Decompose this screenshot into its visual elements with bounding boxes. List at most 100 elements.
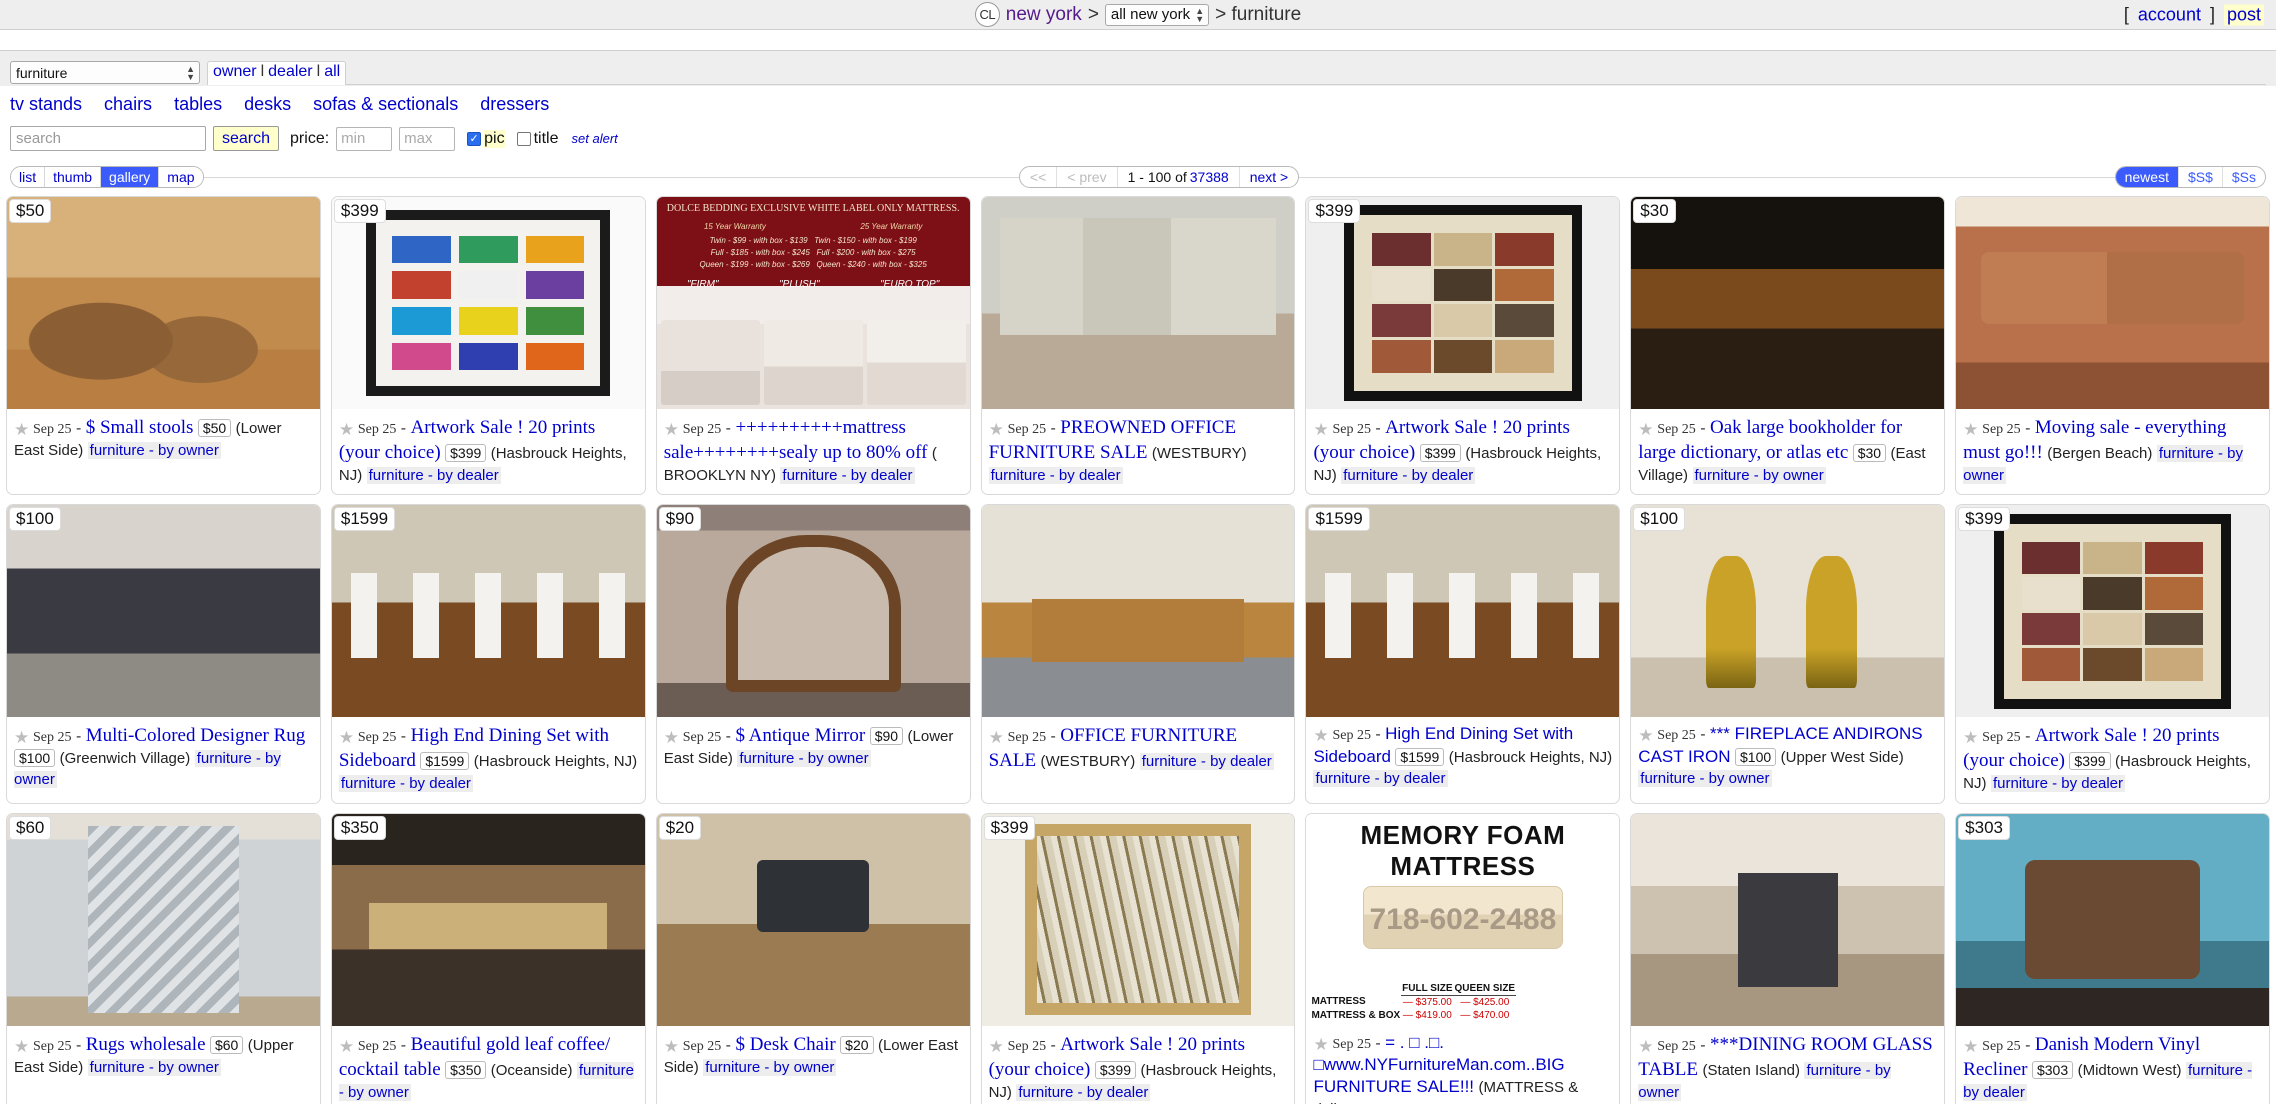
- listing-card[interactable]: $399 ★ Sep 25 - Artwork Sale ! 20 prints (…: [1305, 196, 1621, 496]
- listing-card[interactable]: $399 ★ Sep 25 - Artwork Sale ! 20 prints (…: [1955, 504, 2271, 804]
- favorite-star-icon[interactable]: ★: [664, 419, 680, 439]
- listing-category-link[interactable]: furniture - by owner: [87, 442, 221, 460]
- listing-category-link[interactable]: furniture - by owner: [1692, 467, 1826, 485]
- listing-card[interactable]: $399 ★ Sep 25 - Artwork Sale ! 20 prints (…: [330, 196, 646, 496]
- favorite-star-icon[interactable]: ★: [14, 419, 30, 439]
- listing-card[interactable]: MEMORY FOAM MATTRESS 718-602-2488 FULL SIZE…: [1305, 812, 1621, 1104]
- view-map[interactable]: map: [159, 167, 203, 187]
- listing-title-link[interactable]: Multi-Colored Designer Rug: [86, 725, 306, 746]
- favorite-star-icon[interactable]: ★: [1313, 1034, 1329, 1054]
- listing-thumbnail[interactable]: $399: [1956, 505, 2270, 718]
- listing-thumbnail[interactable]: $90: [656, 505, 970, 718]
- listing-category-link[interactable]: furniture - by dealer: [366, 467, 501, 485]
- favorite-star-icon[interactable]: ★: [339, 1036, 355, 1056]
- listing-thumbnail[interactable]: $399: [1306, 197, 1620, 409]
- listing-card[interactable]: ★ Sep 25 - Moving sale - everything must …: [1955, 196, 2271, 496]
- listing-thumbnail[interactable]: $100: [7, 505, 320, 718]
- favorite-star-icon[interactable]: ★: [989, 727, 1005, 747]
- listing-card[interactable]: $100 ★ Sep 25 - Multi-Colored Designer Rug…: [6, 504, 321, 804]
- listing-card[interactable]: $399 ★ Sep 25 - Artwork Sale ! 20 prints (…: [980, 812, 1296, 1104]
- listing-thumbnail[interactable]: [1631, 813, 1945, 1026]
- listing-category-link[interactable]: furniture - by dealer: [780, 467, 915, 485]
- category-select[interactable]: furniture ▲ ▼: [10, 61, 200, 84]
- subcat-dressers[interactable]: dressers: [480, 94, 549, 115]
- subcat-desks[interactable]: desks: [244, 94, 291, 115]
- sort-price-asc[interactable]: $S$: [2179, 167, 2223, 187]
- pic-filter[interactable]: ✓ pic: [467, 129, 505, 148]
- favorite-star-icon[interactable]: ★: [1963, 419, 1979, 439]
- listing-category-link[interactable]: furniture - by owner: [87, 1058, 221, 1076]
- view-list[interactable]: list: [11, 167, 46, 187]
- listing-card[interactable]: DOLCE BEDDING EXCLUSIVE WHITE LABEL ONLY…: [655, 196, 971, 496]
- post-link[interactable]: post: [2223, 4, 2264, 25]
- account-link[interactable]: account: [2138, 4, 2201, 25]
- listing-thumbnail[interactable]: $350: [331, 813, 645, 1026]
- listing-category-link[interactable]: furniture - by owner: [703, 1058, 837, 1076]
- search-button[interactable]: search: [213, 126, 280, 151]
- listing-card[interactable]: ★ Sep 25 - PREOWNED OFFICE FURNITURE SALE…: [980, 196, 1296, 496]
- listing-thumbnail[interactable]: $30: [1631, 197, 1945, 409]
- listing-card[interactable]: ★ Sep 25 - ***DINING ROOM GLASS TABLE (St…: [1630, 812, 1946, 1104]
- listing-category-link[interactable]: furniture - by dealer: [1990, 775, 2126, 793]
- listing-thumbnail[interactable]: [981, 197, 1295, 409]
- listing-category-link[interactable]: furniture - by dealer: [988, 467, 1123, 485]
- listing-thumbnail[interactable]: [981, 505, 1295, 718]
- favorite-star-icon[interactable]: ★: [339, 727, 355, 747]
- listing-card[interactable]: $60 ★ Sep 25 - Rugs wholesale $60 (Upper E…: [6, 812, 321, 1104]
- listing-category-link[interactable]: furniture - by owner: [737, 750, 871, 768]
- favorite-star-icon[interactable]: ★: [1963, 727, 1979, 747]
- page-prev-button[interactable]: < prev: [1057, 167, 1118, 187]
- listing-thumbnail[interactable]: MEMORY FOAM MATTRESS 718-602-2488 FULL SIZE…: [1306, 813, 1620, 1026]
- listing-category-link[interactable]: furniture - by dealer: [338, 775, 473, 793]
- listing-title-link[interactable]: $ Desk Chair: [735, 1034, 835, 1055]
- listing-thumbnail[interactable]: $100: [1631, 505, 1945, 718]
- view-thumb[interactable]: thumb: [45, 167, 102, 187]
- favorite-star-icon[interactable]: ★: [339, 419, 355, 439]
- listing-card[interactable]: $50 ★ Sep 25 - $ Small stools $50 (Lower E…: [6, 196, 321, 496]
- title-filter[interactable]: title: [516, 130, 559, 148]
- sort-newest[interactable]: newest: [2115, 167, 2179, 187]
- listing-title-link[interactable]: Rugs wholesale: [86, 1034, 206, 1055]
- favorite-star-icon[interactable]: ★: [664, 1036, 680, 1056]
- listing-card[interactable]: $30 ★ Sep 25 - Oak large bookholder for la…: [1630, 196, 1946, 496]
- listing-thumbnail[interactable]: $1599: [1306, 505, 1620, 718]
- favorite-star-icon[interactable]: ★: [1638, 1036, 1654, 1056]
- sort-price-desc[interactable]: $Ss: [2223, 167, 2265, 187]
- subcat-chairs[interactable]: chairs: [104, 94, 152, 115]
- breadcrumb-city-link[interactable]: new york: [1006, 4, 1082, 26]
- page-next-button[interactable]: next >: [1240, 167, 1299, 187]
- favorite-star-icon[interactable]: ★: [14, 727, 30, 747]
- search-input[interactable]: search: [10, 126, 206, 151]
- favorite-star-icon[interactable]: ★: [664, 727, 680, 747]
- title-checkbox[interactable]: [516, 131, 531, 146]
- favorite-star-icon[interactable]: ★: [989, 1036, 1005, 1056]
- listing-card[interactable]: $20 ★ Sep 25 - $ Desk Chair $20 (Lower Eas…: [655, 812, 971, 1104]
- favorite-star-icon[interactable]: ★: [1638, 725, 1654, 745]
- listing-thumbnail[interactable]: $60: [7, 813, 320, 1026]
- favorite-star-icon[interactable]: ★: [1313, 725, 1329, 745]
- craigslist-logo-icon[interactable]: CL: [974, 2, 1000, 27]
- listing-thumbnail[interactable]: $399: [331, 197, 645, 409]
- listing-thumbnail[interactable]: $303: [1956, 813, 2270, 1026]
- listing-title-link[interactable]: $ Small stools: [86, 417, 194, 438]
- subcat-tv-stands[interactable]: tv stands: [10, 94, 82, 115]
- listing-card[interactable]: $90 ★ Sep 25 - $ Antique Mirror $90 (Lower…: [655, 504, 971, 804]
- listing-thumbnail[interactable]: [1956, 197, 2270, 409]
- listing-thumbnail[interactable]: $50: [7, 197, 320, 409]
- view-gallery[interactable]: gallery: [101, 167, 160, 187]
- listing-thumbnail[interactable]: DOLCE BEDDING EXCLUSIVE WHITE LABEL ONLY…: [656, 197, 970, 409]
- favorite-star-icon[interactable]: ★: [1638, 419, 1654, 439]
- favorite-star-icon[interactable]: ★: [1313, 419, 1329, 439]
- listing-card[interactable]: $100 ★ Sep 25 - *** FIREPLACE ANDIRONS CAS…: [1630, 504, 1946, 804]
- listing-card[interactable]: ★ Sep 25 - OFFICE FURNITURE SALE (WESTBUR…: [980, 504, 1296, 804]
- page-first-button[interactable]: <<: [1020, 167, 1058, 187]
- price-min-input[interactable]: min: [336, 126, 393, 151]
- listing-card[interactable]: $303 ★ Sep 25 - Danish Modern Vinyl Reclin…: [1955, 812, 2271, 1104]
- listing-thumbnail[interactable]: $1599: [331, 505, 645, 718]
- listing-thumbnail[interactable]: $20: [656, 813, 970, 1026]
- seller-dealer-link[interactable]: dealer: [268, 63, 312, 81]
- favorite-star-icon[interactable]: ★: [1963, 1036, 1979, 1056]
- listing-title-link[interactable]: $ Antique Mirror: [735, 725, 865, 746]
- subcat-sofas-sectionals[interactable]: sofas & sectionals: [313, 94, 458, 115]
- subcat-tables[interactable]: tables: [174, 94, 222, 115]
